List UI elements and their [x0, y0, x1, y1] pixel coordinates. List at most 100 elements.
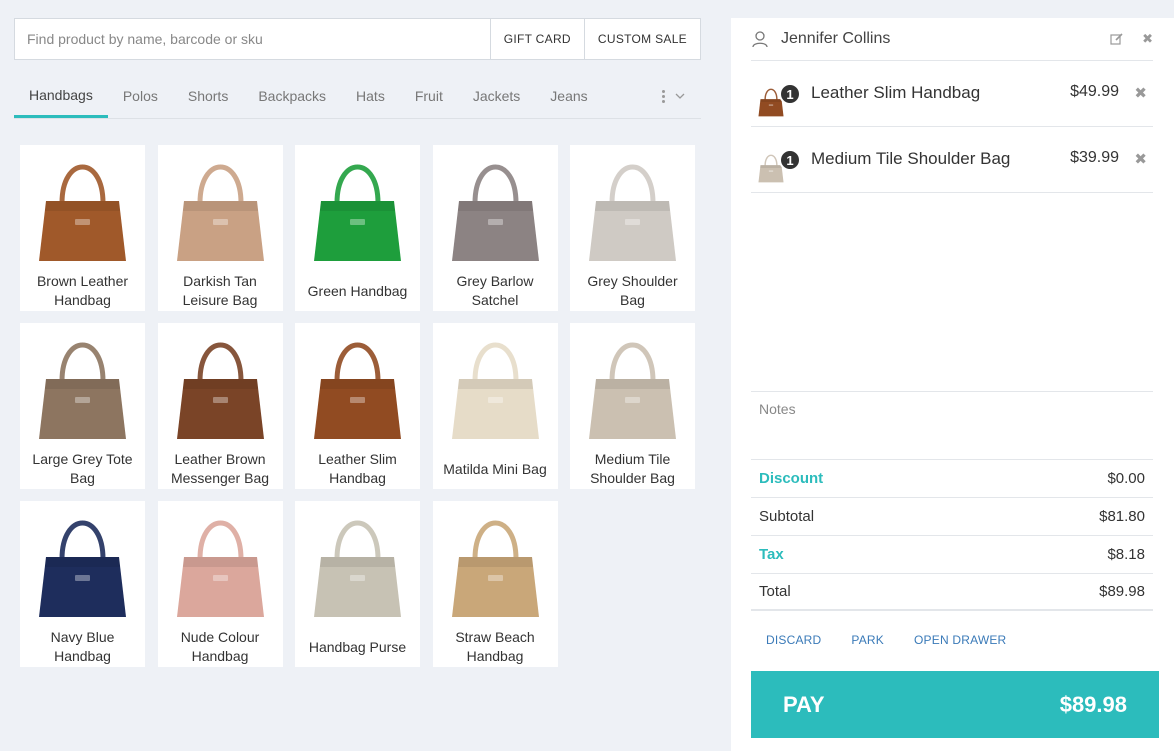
pay-label: PAY [783, 691, 825, 717]
product-name-line: Green Handbag [307, 283, 408, 299]
product-name-line: Leather Slim [318, 451, 397, 467]
product-name-line: Navy Blue [50, 629, 115, 645]
product-name-line: Handbag [54, 292, 111, 308]
cart-line-item[interactable]: 1 Leather Slim Handbag $49.99 ✖ [751, 61, 1153, 127]
product-image [589, 164, 676, 261]
product-image [39, 164, 126, 261]
cart-item-name: Medium Tile Shoulder Bag [811, 149, 1011, 168]
product-tile[interactable]: Navy Blue Handbag [20, 501, 145, 667]
cart-item-price: $49.99 [1070, 83, 1119, 100]
edit-icon[interactable] [1110, 32, 1124, 46]
tab-jeans[interactable]: Jeans [535, 75, 602, 117]
product-name: Navy Blue Handbag [24, 628, 141, 667]
product-name-line: Grey Barlow [456, 273, 534, 289]
more-tabs-menu[interactable] [662, 75, 701, 117]
total-label: Total [759, 583, 791, 600]
gift-card-button[interactable]: GIFT CARD [489, 19, 584, 59]
product-tile[interactable]: Large Grey Tote Bag [20, 323, 145, 489]
product-name-line: Matilda Mini Bag [443, 461, 547, 477]
remove-item-icon[interactable]: ✖ [1134, 84, 1147, 102]
product-name-line: Medium Tile [594, 451, 671, 467]
product-image [451, 342, 539, 439]
product-name-line: Large Grey Tote [32, 451, 133, 467]
product-tile[interactable]: Leather Slim Handbag [295, 323, 420, 489]
product-name: Green Handbag [299, 282, 416, 311]
product-image [39, 342, 126, 439]
product-tile[interactable]: Straw Beach Handbag [432, 501, 558, 667]
product-name: Grey Shoulder Bag [574, 272, 691, 311]
product-tile[interactable]: Leather Brown Messenger Bag [157, 323, 283, 489]
tab-shorts[interactable]: Shorts [173, 75, 243, 117]
product-name-line: Handbag Purse [308, 639, 407, 655]
product-image [451, 520, 539, 617]
tab-backpacks[interactable]: Backpacks [243, 75, 341, 117]
product-image [39, 520, 126, 617]
tab-polos[interactable]: Polos [108, 75, 173, 117]
total-row: Total $89.98 [751, 573, 1153, 611]
discard-button[interactable]: DISCARD [766, 633, 821, 657]
product-tile[interactable]: Matilda Mini Bag [432, 323, 558, 489]
cart-item-price: $39.99 [1070, 149, 1119, 166]
cart-line-item[interactable]: 1 Medium Tile Shoulder Bag $39.99 ✖ [751, 127, 1153, 193]
product-image [176, 164, 264, 261]
product-name-line: Bag [620, 292, 645, 308]
product-tile[interactable]: Grey Shoulder Bag [570, 145, 695, 311]
product-image [314, 342, 401, 439]
product-tile[interactable]: Handbag Purse [295, 501, 420, 667]
tab-jackets[interactable]: Jackets [458, 75, 535, 117]
customer-name: Jennifer Collins [781, 30, 891, 47]
product-name-line: Handbag [54, 648, 111, 664]
tax-link[interactable]: Tax [759, 546, 784, 563]
customer-header: Jennifer Collins ✖ [751, 18, 1153, 61]
product-panel: GIFT CARD CUSTOM SALE Handbags Polos Sho… [0, 0, 715, 751]
product-name-line: Handbag [329, 470, 386, 486]
pay-button[interactable]: PAY $89.98 [751, 671, 1159, 738]
tax-row: Tax $8.18 [751, 535, 1153, 573]
remove-item-icon[interactable]: ✖ [1134, 150, 1147, 168]
product-name-line: Leather Brown [174, 451, 266, 467]
product-tile[interactable]: Medium Tile Shoulder Bag [570, 323, 695, 489]
category-tabs: Handbags Polos Shorts Backpacks Hats Fru… [14, 75, 701, 119]
pay-amount: $89.98 [1059, 691, 1127, 717]
product-tile[interactable]: Brown Leather Handbag [20, 145, 145, 311]
product-image [176, 342, 264, 439]
tab-hats[interactable]: Hats [341, 75, 400, 117]
more-vertical-icon [662, 89, 665, 103]
product-image [314, 520, 401, 617]
product-name-line: Nude Colour [180, 629, 260, 645]
product-name: Large Grey Tote Bag [24, 450, 141, 489]
product-tile[interactable]: Grey Barlow Satchel [432, 145, 558, 311]
quantity-badge: 1 [779, 149, 801, 171]
product-image [176, 520, 264, 617]
product-name-line: Grey Shoulder [587, 273, 678, 289]
product-name: Leather Slim Handbag [299, 450, 416, 489]
product-image [589, 342, 676, 439]
product-name: Straw Beach Handbag [437, 628, 554, 667]
discount-link[interactable]: Discount [759, 470, 823, 487]
product-tile[interactable]: Darkish Tan Leisure Bag [157, 145, 283, 311]
product-tile[interactable]: Green Handbag [295, 145, 420, 311]
product-name: Nude Colour Handbag [162, 628, 279, 667]
subtotal-row: Subtotal $81.80 [751, 497, 1153, 535]
product-name-line: Messenger Bag [170, 470, 270, 486]
discount-row: Discount $0.00 [751, 459, 1153, 497]
search-bar: GIFT CARD CUSTOM SALE [14, 18, 701, 60]
product-name-line: Shoulder Bag [590, 470, 675, 486]
custom-sale-button[interactable]: CUSTOM SALE [583, 19, 700, 59]
close-icon[interactable]: ✖ [1142, 31, 1153, 47]
tab-fruit[interactable]: Fruit [400, 75, 458, 117]
cart-item-name: Leather Slim Handbag [811, 83, 981, 102]
open-drawer-button[interactable]: OPEN DRAWER [914, 633, 1006, 657]
notes-field[interactable] [751, 391, 1153, 459]
tab-handbags[interactable]: Handbags [14, 75, 108, 118]
product-image [451, 164, 539, 261]
total-value: $89.98 [1099, 583, 1145, 600]
user-icon [752, 31, 768, 48]
search-input[interactable] [15, 19, 490, 59]
product-image [314, 164, 401, 261]
sale-panel: Jennifer Collins ✖ 1 Leather Slim Handba… [731, 18, 1174, 751]
park-button[interactable]: PARK [851, 633, 884, 657]
product-name: Darkish Tan Leisure Bag [162, 272, 279, 311]
product-name-line: Satchel [471, 292, 519, 308]
product-tile[interactable]: Nude Colour Handbag [157, 501, 283, 667]
